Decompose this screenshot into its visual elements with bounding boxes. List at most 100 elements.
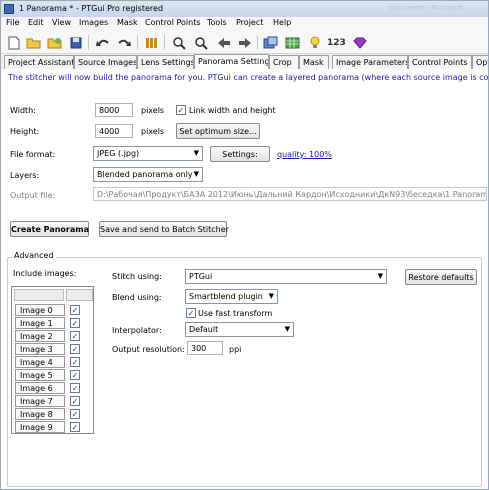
- tab-crop[interactable]: Crop: [269, 55, 299, 69]
- align-icon[interactable]: [143, 35, 158, 50]
- window-title: 1 Panorama * - PTGui Pro registered: [19, 4, 164, 13]
- tab-label: Opti: [476, 58, 488, 67]
- table-row[interactable]: Image 5 ✓: [12, 369, 95, 382]
- menu-edit[interactable]: Edit: [28, 18, 44, 27]
- blend-using-select[interactable]: Smartblend plugin ▼: [185, 289, 278, 304]
- height-field[interactable]: 4000: [95, 124, 133, 138]
- menu-help[interactable]: Help: [273, 18, 291, 27]
- file-format-label: File format:: [10, 150, 56, 159]
- fast-transform-label: Use fast transform: [198, 309, 273, 318]
- menu-control-points[interactable]: Control Points: [145, 18, 201, 27]
- interpolator-select[interactable]: Default ▼: [185, 322, 294, 337]
- table-row[interactable]: Image 1 ✓: [12, 317, 95, 330]
- chevron-down-icon: ▼: [193, 149, 199, 157]
- number-icon[interactable]: 123: [327, 38, 346, 48]
- menu-bar: File Edit View Images Mask Control Point…: [1, 17, 488, 30]
- quality-link[interactable]: quality: 100%: [277, 150, 332, 159]
- restore-defaults-button[interactable]: Restore defaults: [405, 269, 477, 285]
- tab-mask[interactable]: Mask: [299, 55, 329, 69]
- open-folder-icon[interactable]: [26, 35, 41, 50]
- image-name: Image 0: [15, 304, 65, 316]
- file-format-select[interactable]: JPEG (.jpg) ▼: [93, 146, 203, 161]
- menu-mask[interactable]: Mask: [117, 18, 138, 27]
- chevron-down-icon: ▼: [268, 292, 274, 300]
- include-checkbox[interactable]: ✓: [70, 331, 80, 341]
- stitch-using-label: Stitch using:: [112, 272, 162, 281]
- toolbar-separator: [137, 35, 138, 50]
- blend-using-value: Smartblend plugin: [189, 292, 263, 301]
- tab-project-assistant[interactable]: Project Assistant: [4, 55, 74, 69]
- open-recent-icon[interactable]: [47, 35, 62, 50]
- menu-project[interactable]: Project: [236, 18, 263, 27]
- tab-label: Mask: [303, 58, 324, 67]
- arrow-left-icon[interactable]: [216, 35, 231, 50]
- new-file-icon[interactable]: [6, 35, 21, 50]
- link-width-height-label: Link width and height: [189, 106, 276, 115]
- include-checkbox[interactable]: ✓: [70, 318, 80, 328]
- tab-panorama-settings[interactable]: Panorama Settings: [194, 54, 269, 69]
- include-checkbox[interactable]: ✓: [70, 370, 80, 380]
- stitch-using-select[interactable]: PTGui ▼: [185, 269, 387, 284]
- image-name: Image 4: [15, 356, 65, 368]
- menu-images[interactable]: Images: [79, 18, 108, 27]
- batch-stitcher-button[interactable]: Save and send to Batch Stitcher: [99, 221, 229, 237]
- table-row[interactable]: Image 9 ✓: [12, 421, 95, 434]
- toolbar-separator: [88, 35, 89, 50]
- table-row[interactable]: Image 2 ✓: [12, 330, 95, 343]
- include-checkbox[interactable]: ✓: [70, 357, 80, 367]
- create-panorama-button[interactable]: Create Panorama: [10, 221, 89, 237]
- set-optimum-size-button[interactable]: Set optimum size...: [176, 123, 260, 139]
- image-name: Image 5: [15, 369, 65, 381]
- include-checkbox[interactable]: ✓: [70, 409, 80, 419]
- table-row[interactable]: Image 8 ✓: [12, 408, 95, 421]
- chevron-down-icon: ▼: [193, 170, 199, 178]
- undo-icon[interactable]: [95, 35, 110, 50]
- panorama-editor-icon[interactable]: [263, 35, 278, 50]
- tab-lens-settings[interactable]: Lens Settings: [137, 55, 194, 69]
- link-width-height-checkbox[interactable]: ✓: [176, 105, 186, 115]
- width-field[interactable]: 8000: [95, 103, 133, 117]
- table-row[interactable]: Image 7 ✓: [12, 395, 95, 408]
- include-checkbox[interactable]: ✓: [70, 305, 80, 315]
- interpolator-label: Interpolator:: [112, 326, 162, 335]
- lightbulb-icon[interactable]: [307, 35, 322, 50]
- tab-label: Source Images: [78, 58, 137, 67]
- layers-select[interactable]: Blended panorama only ▼: [93, 167, 203, 182]
- include-checkbox[interactable]: ✓: [70, 344, 80, 354]
- settings-button[interactable]: Settings:: [210, 146, 270, 162]
- layers-value: Blended panorama only: [97, 170, 193, 179]
- arrow-right-icon[interactable]: [237, 35, 252, 50]
- output-file-field[interactable]: D:\Рабочая\Продукт\БАЗА 2012\Июнь\Дальни…: [93, 187, 487, 201]
- chevron-down-icon: ▼: [377, 272, 383, 280]
- table-row[interactable]: Image 6 ✓: [12, 382, 95, 395]
- table-row[interactable]: Image 0 ✓: [12, 304, 95, 317]
- zoom-out-icon[interactable]: [193, 35, 208, 50]
- height-label: Height:: [10, 127, 40, 136]
- output-resolution-field[interactable]: 300: [187, 341, 223, 355]
- tab-label: Control Points: [412, 58, 468, 67]
- tab-label: Lens Settings: [141, 58, 194, 67]
- zoom-in-icon[interactable]: [171, 35, 186, 50]
- fast-transform-checkbox[interactable]: ✓: [186, 308, 196, 318]
- table-row[interactable]: Image 4 ✓: [12, 356, 95, 369]
- include-checkbox[interactable]: ✓: [70, 396, 80, 406]
- width-unit: pixels: [141, 106, 165, 115]
- save-icon[interactable]: [68, 35, 83, 50]
- gem-icon[interactable]: [352, 35, 367, 50]
- advanced-title: Advanced: [12, 251, 56, 260]
- image-name: Image 1: [15, 317, 65, 329]
- redo-icon[interactable]: [116, 35, 131, 50]
- tab-optimizer[interactable]: Opti: [472, 55, 488, 69]
- tab-source-images[interactable]: Source Images: [74, 55, 137, 69]
- output-resolution-label: Output resolution:: [112, 345, 185, 354]
- tab-control-points[interactable]: Control Points: [408, 55, 472, 69]
- image-name: Image 8: [15, 408, 65, 420]
- menu-view[interactable]: View: [52, 18, 71, 27]
- menu-file[interactable]: File: [6, 18, 19, 27]
- menu-tools[interactable]: Tools: [207, 18, 227, 27]
- tab-image-parameters[interactable]: Image Parameters: [332, 55, 408, 69]
- table-icon[interactable]: [285, 35, 300, 50]
- include-checkbox[interactable]: ✓: [70, 383, 80, 393]
- include-checkbox[interactable]: ✓: [70, 422, 80, 432]
- table-row[interactable]: Image 3 ✓: [12, 343, 95, 356]
